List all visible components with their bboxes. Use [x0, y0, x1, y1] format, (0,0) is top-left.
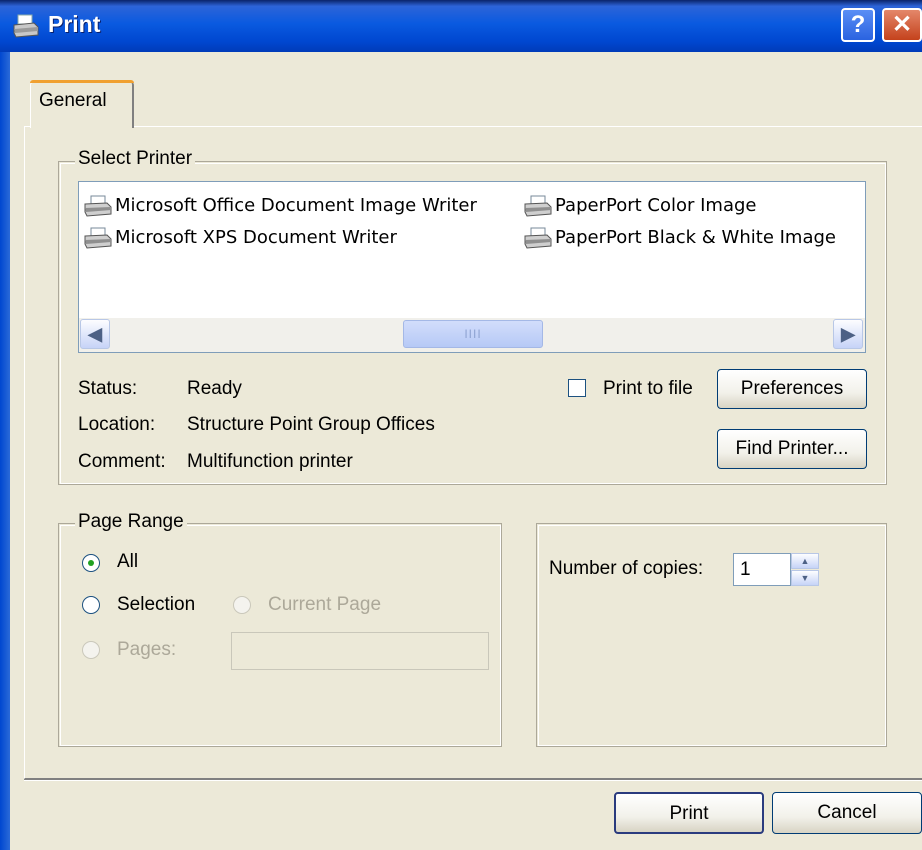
print-button[interactable]: Print	[614, 792, 764, 834]
window-border	[0, 52, 10, 850]
preferences-button-label: Preferences	[740, 378, 844, 399]
divider-highlight	[24, 780, 922, 781]
comment-value: Multifunction printer	[187, 451, 353, 472]
title-bar[interactable]: Print ? ✕	[0, 0, 922, 52]
printer-icon	[523, 226, 553, 250]
close-button[interactable]: ✕	[882, 8, 922, 42]
location-value: Structure Point Group Offices	[187, 414, 435, 435]
radio-selected-dot	[88, 560, 94, 566]
horizontal-scrollbar[interactable]: ◀ IIII ▶	[79, 318, 865, 352]
grip-icon: IIII	[464, 327, 482, 341]
printer-icon	[523, 194, 553, 218]
arrow-down-icon: ▼	[800, 573, 810, 583]
cancel-button[interactable]: Cancel	[772, 792, 922, 834]
radio-current-page-label[interactable]: Current Page	[268, 594, 381, 616]
printer-icon	[83, 226, 113, 250]
help-button[interactable]: ?	[841, 8, 875, 42]
scroll-left-button[interactable]: ◀	[80, 319, 110, 349]
printer-icon	[83, 194, 113, 218]
preferences-button[interactable]: Preferences	[717, 369, 867, 409]
print-button-label: Print	[669, 803, 709, 824]
chevron-left-icon: ◀	[88, 324, 102, 344]
copies-group	[536, 523, 887, 747]
printer-item[interactable]: Microsoft XPS Document Writer	[83, 224, 397, 252]
find-printer-button[interactable]: Find Printer...	[717, 429, 867, 469]
radio-selection[interactable]	[82, 596, 100, 614]
printer-list[interactable]: Microsoft Office Document Image Writer M…	[78, 181, 866, 353]
printer-name: Microsoft XPS Document Writer	[115, 227, 397, 248]
printer-item[interactable]: PaperPort Color Image	[523, 192, 756, 220]
select-printer-legend: Select Printer	[75, 148, 196, 170]
radio-all[interactable]	[82, 554, 100, 572]
print-to-file-label[interactable]: Print to file	[603, 378, 693, 400]
radio-all-label[interactable]: All	[117, 551, 138, 573]
radio-selection-label[interactable]: Selection	[117, 594, 195, 616]
close-icon: ✕	[891, 11, 913, 38]
print-to-file-checkbox[interactable]	[568, 379, 586, 397]
copies-input[interactable]: 1	[733, 553, 791, 586]
cancel-button-label: Cancel	[817, 802, 877, 823]
pages-input[interactable]	[231, 632, 489, 670]
tab-general[interactable]: General	[30, 80, 134, 128]
printer-name: PaperPort Color Image	[555, 195, 757, 216]
comment-label: Comment:	[78, 451, 166, 472]
printer-item[interactable]: Microsoft Office Document Image Writer	[83, 192, 477, 220]
status-value: Ready	[187, 378, 242, 399]
page-range-legend: Page Range	[75, 511, 187, 533]
spin-up-button[interactable]: ▲	[791, 553, 819, 569]
radio-current-page[interactable]	[233, 596, 251, 614]
scroll-right-button[interactable]: ▶	[833, 319, 863, 349]
status-label: Status:	[78, 378, 138, 399]
printer-icon	[12, 13, 40, 39]
window-title: Print	[48, 11, 101, 37]
scroll-thumb[interactable]: IIII	[403, 320, 543, 348]
print-dialog: Print ? ✕ General Select Printer Microso…	[0, 0, 922, 850]
spin-down-button[interactable]: ▼	[791, 570, 819, 586]
tab-general-label: General	[39, 90, 107, 111]
printer-name: Microsoft Office Document Image Writer	[115, 195, 477, 216]
find-printer-button-label: Find Printer...	[735, 438, 849, 459]
copies-label: Number of copies:	[549, 558, 704, 579]
chevron-right-icon: ▶	[841, 324, 855, 344]
radio-pages-label[interactable]: Pages:	[117, 639, 176, 661]
location-label: Location:	[78, 414, 156, 435]
arrow-up-icon: ▲	[800, 556, 810, 566]
printer-item[interactable]: PaperPort Black & White Image	[523, 224, 836, 252]
printer-name: PaperPort Black & White Image	[555, 227, 836, 248]
radio-pages[interactable]	[82, 641, 100, 659]
